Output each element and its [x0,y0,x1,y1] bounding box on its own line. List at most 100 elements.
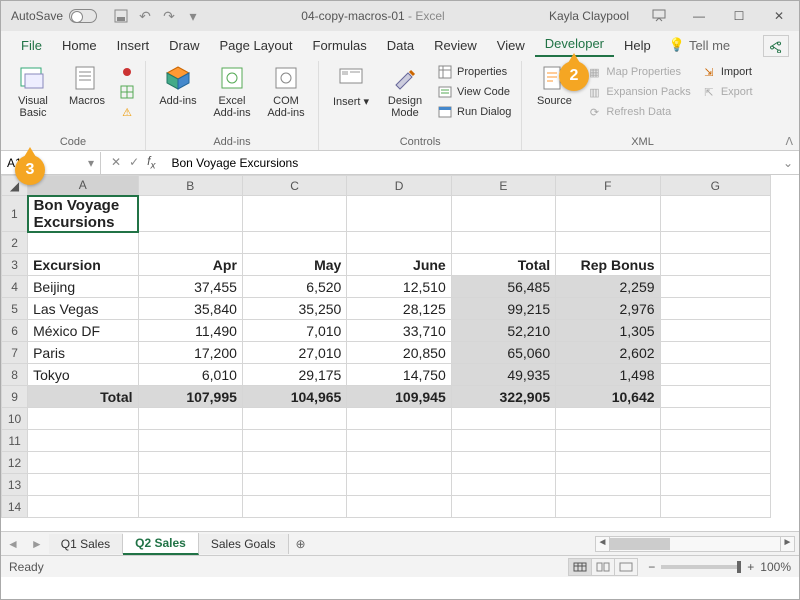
row-header[interactable]: 9 [2,386,28,408]
cell[interactable]: Beijing [28,276,138,298]
view-page-break-button[interactable] [614,558,638,576]
cell[interactable]: 20,850 [347,342,451,364]
cell[interactable]: 12,510 [347,276,451,298]
com-addins-button[interactable]: COM Add-ins [262,63,310,119]
cell[interactable]: 107,995 [138,386,242,408]
close-icon[interactable]: ✕ [759,1,799,31]
tab-data[interactable]: Data [377,34,424,57]
cell[interactable] [28,430,138,452]
cell[interactable]: 28,125 [347,298,451,320]
scroll-right-icon[interactable]: ► [780,537,794,551]
cell[interactable]: México DF [28,320,138,342]
cell[interactable]: 1,498 [556,364,660,386]
record-macro-button[interactable] [117,63,137,81]
col-header-c[interactable]: C [242,176,346,196]
cell[interactable] [242,408,346,430]
cell[interactable]: 99,215 [451,298,555,320]
cell[interactable]: Rep Bonus [556,254,660,276]
row-header[interactable]: 6 [2,320,28,342]
cell[interactable] [556,496,660,518]
cell[interactable] [660,196,770,232]
cell[interactable] [556,430,660,452]
cell[interactable] [28,496,138,518]
sheet-tab-goals[interactable]: Sales Goals [199,534,289,554]
tab-formulas[interactable]: Formulas [303,34,377,57]
formula-input[interactable]: Bon Voyage Excursions [165,156,776,170]
cell[interactable] [138,408,242,430]
chevron-down-icon[interactable]: ▾ [88,156,94,170]
cell[interactable] [347,232,451,254]
toggle-off-icon[interactable] [69,9,97,23]
sheet-tab-q1[interactable]: Q1 Sales [49,534,123,554]
undo-icon[interactable]: ↶ [137,8,153,24]
autosave-toggle[interactable]: AutoSave [1,9,107,23]
col-header-a[interactable]: A [28,176,138,196]
cell[interactable] [242,452,346,474]
cell[interactable] [347,408,451,430]
cell[interactable]: 33,710 [347,320,451,342]
cell[interactable] [660,364,770,386]
zoom-out-button[interactable]: − [648,560,655,574]
row-header[interactable]: 11 [2,430,28,452]
row-header[interactable]: 1 [2,196,28,232]
cell[interactable] [138,196,242,232]
cell[interactable] [556,452,660,474]
row-header[interactable]: 7 [2,342,28,364]
user-name[interactable]: Kayla Claypool [539,9,639,23]
scrollbar-thumb[interactable] [610,538,670,550]
scroll-left-icon[interactable]: ◄ [596,537,610,551]
cell[interactable] [242,232,346,254]
new-sheet-button[interactable]: ⊕ [289,537,313,551]
tab-draw[interactable]: Draw [159,34,209,57]
fx-icon[interactable]: fx [147,154,155,171]
visual-basic-button[interactable]: Visual Basic [9,63,57,119]
cell[interactable]: Total [451,254,555,276]
cell[interactable] [138,452,242,474]
insert-control-button[interactable]: Insert ▾ [327,63,375,108]
ribbon-options-icon[interactable] [639,1,679,31]
cell[interactable] [28,232,138,254]
share-button[interactable] [763,35,789,57]
cell[interactable] [347,196,451,232]
horizontal-scrollbar[interactable]: ◄ ► [595,536,795,552]
col-header-e[interactable]: E [451,176,555,196]
cell[interactable] [660,474,770,496]
cell[interactable]: June [347,254,451,276]
cell[interactable] [347,496,451,518]
tab-scroll-left-icon[interactable]: ◄ [1,537,25,551]
qat-dropdown-icon[interactable]: ▾ [185,8,201,24]
row-header[interactable]: 8 [2,364,28,386]
zoom-level[interactable]: 100% [760,560,791,574]
cell[interactable] [138,232,242,254]
cell[interactable]: 27,010 [242,342,346,364]
cell[interactable]: 109,945 [347,386,451,408]
cell[interactable] [242,496,346,518]
row-header[interactable]: 14 [2,496,28,518]
collapse-ribbon-icon[interactable]: ᐱ [785,135,793,148]
cell[interactable]: Apr [138,254,242,276]
view-page-layout-button[interactable] [591,558,615,576]
cell[interactable]: Bon Voyage Excursions [28,196,138,232]
cell[interactable] [556,196,660,232]
col-header-d[interactable]: D [347,176,451,196]
cell[interactable]: 11,490 [138,320,242,342]
minimize-icon[interactable]: — [679,1,719,31]
zoom-in-button[interactable]: + [747,560,754,574]
cell[interactable]: 35,250 [242,298,346,320]
row-header[interactable]: 13 [2,474,28,496]
cell[interactable] [660,276,770,298]
cell[interactable]: 17,200 [138,342,242,364]
cell[interactable] [660,430,770,452]
macros-button[interactable]: Macros [63,63,111,107]
cell[interactable]: 322,905 [451,386,555,408]
cell[interactable] [242,474,346,496]
cell[interactable] [451,430,555,452]
row-header[interactable]: 3 [2,254,28,276]
expand-formula-icon[interactable]: ⌄ [777,156,799,170]
cell[interactable]: 29,175 [242,364,346,386]
cell[interactable] [660,232,770,254]
cell[interactable] [660,408,770,430]
tab-help[interactable]: Help [614,34,661,57]
tab-insert[interactable]: Insert [107,34,160,57]
cell[interactable] [451,408,555,430]
